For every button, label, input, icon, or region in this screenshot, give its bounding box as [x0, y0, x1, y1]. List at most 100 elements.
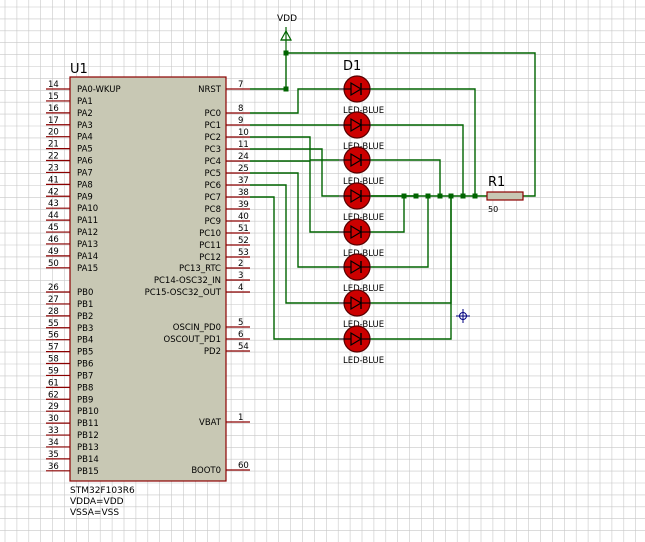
pin-name: PC9 [205, 217, 221, 227]
pin-name: PA11 [77, 216, 98, 226]
pin-number: 10 [238, 128, 249, 138]
pin-name: BOOT0 [191, 466, 221, 476]
wire-junction [425, 193, 431, 199]
pin-name: PB6 [77, 360, 93, 370]
wire-junction [401, 193, 407, 199]
pin-name: PC12 [199, 253, 221, 263]
pin-name: PA3 [77, 121, 93, 131]
pin-name: PB1 [77, 300, 93, 310]
pin-name: PC11 [199, 241, 221, 251]
pin-number: 39 [238, 200, 249, 210]
chip-prop-vdda: VDDA=VDD [70, 497, 124, 507]
mcu-chip[interactable]: U1 14 PA0-WKUP15 PA116 PA217 PA320 PA421 PA522… [46, 62, 250, 518]
pin-number: 9 [238, 116, 243, 126]
pin-number: 28 [48, 307, 59, 317]
pin-name: PA6 [77, 157, 93, 167]
pin-number: 44 [48, 211, 59, 221]
pin-name: PB2 [77, 312, 93, 322]
pin-name: VBAT [199, 418, 222, 428]
pin-number: 50 [48, 259, 59, 269]
pin-name: PA4 [77, 133, 93, 143]
pin-number: 55 [48, 319, 59, 329]
pin-name: PC15-OSC32_OUT [145, 288, 222, 298]
pin-name: PC0 [205, 109, 221, 119]
pin-number: 34 [48, 438, 59, 448]
chip-ref: U1 [70, 62, 88, 77]
pin-name: PC13_RTC [179, 264, 221, 274]
pin-number: 33 [48, 426, 59, 436]
pin-number: 30 [48, 414, 59, 424]
pin-name: OSCIN_PD0 [173, 323, 221, 333]
pin-name: PA2 [77, 109, 93, 119]
chip-prop-vssa: VSSA=VSS [70, 508, 119, 518]
pin-name: PB13 [77, 443, 99, 453]
wire-junction [283, 50, 289, 56]
wire-junction [448, 193, 454, 199]
pin-number: 26 [48, 283, 59, 293]
pin-number: 36 [48, 462, 59, 472]
pin-name: PA13 [77, 240, 98, 250]
led-label: LED-BLUE [343, 356, 384, 366]
pin-number: 22 [48, 152, 59, 162]
pin-number: 46 [48, 235, 59, 245]
pin-number: 56 [48, 331, 59, 341]
pin-number: 57 [48, 343, 59, 353]
pin-number: 5 [238, 318, 243, 328]
pin-name: PC10 [199, 229, 221, 239]
pin-name: PC5 [205, 169, 221, 179]
pin-name: PC14-OSC32_IN [154, 276, 221, 286]
pin-name: PA7 [77, 168, 93, 178]
pin-number: 11 [238, 140, 249, 150]
wire-junction [460, 193, 466, 199]
pin-number: 21 [48, 140, 59, 150]
pin-number: 8 [238, 104, 243, 114]
pin-name: PB14 [77, 455, 99, 465]
pin-name: NRST [198, 85, 222, 95]
pin-name: PB8 [77, 383, 93, 393]
pin-number: 52 [238, 236, 249, 246]
pin-number: 45 [48, 223, 59, 233]
pin-name: PC8 [205, 205, 221, 215]
pin-number: 7 [238, 80, 243, 90]
schematic-canvas[interactable]: VDD U1 14 PA0-WKUP15 PA116 PA217 PA320 PA421 P… [0, 0, 645, 542]
pin-name: PC1 [205, 121, 221, 131]
pin-name: PA9 [77, 192, 93, 202]
pin-name: PC7 [205, 193, 221, 203]
pin-number: 38 [238, 188, 249, 198]
pin-name: PB15 [77, 467, 99, 477]
pin-number: 1 [238, 413, 243, 423]
pin-number: 53 [238, 248, 249, 258]
pin-name: PA14 [77, 252, 98, 262]
pin-name: PA12 [77, 228, 98, 238]
pin-number: 16 [48, 104, 59, 114]
wire-junction [413, 193, 419, 199]
pin-name: PB11 [77, 419, 99, 429]
pin-number: 17 [48, 116, 59, 126]
led-bank-ref: D1 [343, 59, 361, 74]
pin-name: PB4 [77, 336, 93, 346]
pin-number: 59 [48, 366, 59, 376]
pin-number: 62 [48, 390, 59, 400]
pin-number: 49 [48, 247, 59, 257]
pin-number: 6 [238, 330, 243, 340]
pin-number: 61 [48, 378, 59, 388]
pin-name: PD2 [204, 347, 221, 357]
pin-name: PA8 [77, 180, 93, 190]
wire-junction [283, 86, 289, 92]
pin-number: 23 [48, 163, 59, 173]
pin-name: PA0-WKUP [77, 85, 121, 95]
pin-name: PB10 [77, 407, 99, 417]
pin-number: 58 [48, 355, 59, 365]
pin-number: 54 [238, 342, 249, 352]
pin-name: PA15 [77, 264, 98, 274]
wire-junction [437, 193, 443, 199]
resistor-body [486, 191, 524, 201]
pin-number: 2 [238, 259, 243, 269]
resistor-value: 50 [488, 205, 498, 214]
pin-number: 20 [48, 128, 59, 138]
pin-number: 27 [48, 295, 59, 305]
pin-number: 3 [238, 271, 243, 281]
pin-name: PB12 [77, 431, 99, 441]
pin-number: 15 [48, 92, 59, 102]
pin-name: PB3 [77, 324, 93, 334]
